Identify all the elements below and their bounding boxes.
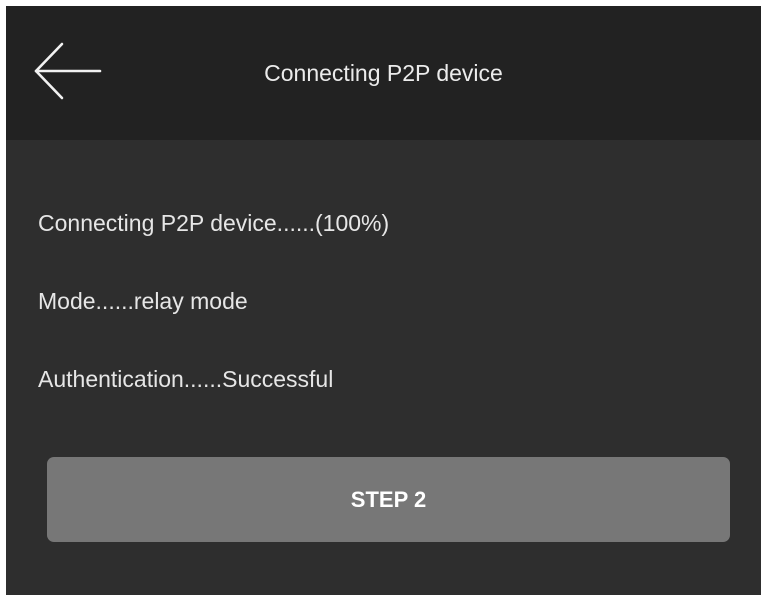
app-screen: Connecting P2P device Connecting P2P dev… xyxy=(6,6,761,595)
mode-text: Mode......relay mode xyxy=(38,288,248,314)
arrow-left-icon xyxy=(34,42,102,100)
connection-progress-text: Connecting P2P device......(100%) xyxy=(38,210,390,236)
authentication-text: Authentication......Successful xyxy=(38,366,334,392)
back-button[interactable] xyxy=(32,40,104,102)
page-title: Connecting P2P device xyxy=(264,60,503,86)
step-2-button[interactable]: STEP 2 xyxy=(47,457,730,542)
top-bar: Connecting P2P device xyxy=(6,6,761,140)
